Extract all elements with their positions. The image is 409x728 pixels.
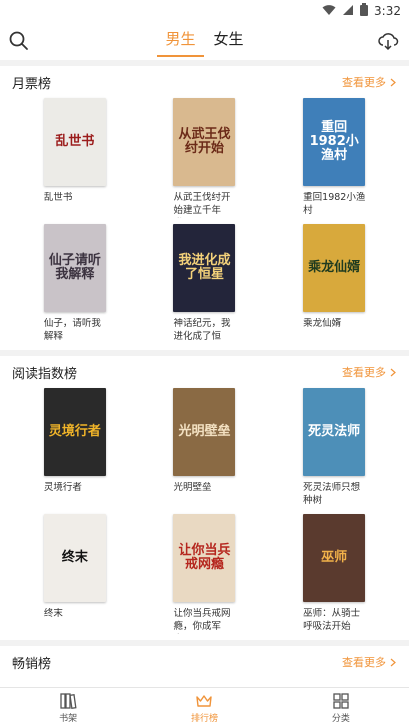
book-cover-text: 乘龙仙婿 xyxy=(308,259,361,275)
book-cover[interactable]: 终末 xyxy=(43,514,106,602)
book-item[interactable]: 从武王伐纣开始从武王伐纣开始建立千年世… xyxy=(140,98,270,218)
tab-male[interactable]: 男生 xyxy=(157,26,204,57)
book-title: 乘龙仙婿 xyxy=(303,318,342,329)
book-title: 巫师：从骑士呼吸法开始肝… xyxy=(303,608,361,634)
book-grid: 灵境行者 灵境行者 光明壁垒 光明壁垒 死灵法师 死灵法师只想种树 终末 终末 让你当兵戒网瘾让… xyxy=(0,388,409,634)
top-header: 男生 女生 xyxy=(0,22,409,60)
book-cover-text: 仙子请听我解释 xyxy=(48,252,101,282)
book-title: 死灵法师只想种树 xyxy=(303,482,361,506)
see-more-link[interactable]: 查看更多 xyxy=(342,74,397,90)
section-title: 月票榜 xyxy=(12,76,52,92)
book-item[interactable]: 让你当兵戒网瘾让你当兵戒网瘾，你成军官… xyxy=(140,514,270,634)
book-title: 乱世书 xyxy=(43,192,73,203)
book-title: 让你当兵戒网瘾，你成军官… xyxy=(173,608,231,634)
see-more-link[interactable]: 查看更多 xyxy=(342,364,397,380)
book-cover-text: 让你当兵戒网瘾 xyxy=(178,542,231,572)
book-item[interactable]: 巫师巫师：从骑士呼吸法开始肝… xyxy=(269,514,399,634)
book-cover[interactable]: 仙子请听我解释 xyxy=(43,224,106,312)
see-more-label: 查看更多 xyxy=(342,656,386,669)
book-item[interactable]: 乱世书 乱世书 xyxy=(10,98,140,218)
book-cover[interactable]: 从武王伐纣开始 xyxy=(173,98,236,186)
grid-icon xyxy=(333,693,349,709)
book-title: 仙子，请听我解释 xyxy=(43,318,101,342)
section-header: 畅销榜 查看更多 xyxy=(0,646,409,678)
book-item[interactable]: 光明壁垒 光明壁垒 xyxy=(140,388,270,508)
search-icon[interactable] xyxy=(8,30,30,52)
book-item[interactable]: 仙子请听我解释仙子，请听我解释 xyxy=(10,224,140,344)
book-cover[interactable]: 让你当兵戒网瘾 xyxy=(173,514,236,602)
book-title: 终末 xyxy=(43,608,63,619)
tab-female[interactable]: 女生 xyxy=(210,26,248,57)
nav-label: 排行榜 xyxy=(190,714,218,724)
book-grid: 乱世书乱世书从武王伐纣开始从武王伐纣开始建立千年世…重回1982小渔村重回198… xyxy=(0,98,409,344)
book-cover[interactable]: 灵境行者 xyxy=(43,388,106,476)
section-title: 阅读指数榜 xyxy=(12,366,78,382)
nav-category[interactable]: 分类 xyxy=(273,688,409,728)
book-item[interactable]: 乘龙仙婿 乘龙仙婿 xyxy=(269,224,399,344)
chevron-right-icon xyxy=(386,656,397,669)
see-more-link[interactable]: 查看更多 xyxy=(342,654,397,670)
ranking-section: 阅读指数榜 查看更多 灵境行者 灵境行者 光明壁垒 光明壁垒 死灵法师 死灵法师只想种树 终末终… xyxy=(0,356,409,640)
book-cover-text: 光明壁垒 xyxy=(178,423,231,439)
see-more-label: 查看更多 xyxy=(342,366,386,379)
chevron-right-icon xyxy=(386,76,397,89)
bookshelf-icon xyxy=(60,693,77,709)
book-cover[interactable]: 我进化成了恒星 xyxy=(173,224,236,312)
book-cover-text: 死灵法师 xyxy=(308,423,361,439)
book-cover[interactable]: 重回1982小渔村 xyxy=(303,98,366,186)
book-item[interactable]: 我进化成了恒星神话纪元，我进化成了恒星… xyxy=(140,224,270,344)
book-cover[interactable]: 死灵法师 xyxy=(303,388,366,476)
bottom-navigation: 书架 排行榜 分类 xyxy=(0,687,409,728)
book-title: 重回1982小渔村 xyxy=(303,192,366,216)
see-more-label: 查看更多 xyxy=(342,76,386,89)
section-header: 阅读指数榜 查看更多 xyxy=(0,356,409,388)
book-item[interactable]: 终末 终末 xyxy=(10,514,140,634)
book-item[interactable]: 重回1982小渔村 重回1982小渔村 xyxy=(269,98,399,218)
nav-bookshelf[interactable]: 书架 xyxy=(0,688,136,728)
book-cover-text: 巫师 xyxy=(321,549,348,565)
ranking-section: 畅销榜 查看更多 xyxy=(0,646,409,688)
book-title: 灵境行者 xyxy=(43,482,82,493)
book-cover[interactable]: 乱世书 xyxy=(43,98,106,186)
battery-icon xyxy=(360,3,369,19)
status-time: 3:32 xyxy=(374,4,401,18)
cloud-download-icon[interactable] xyxy=(377,30,399,52)
book-cover[interactable]: 巫师 xyxy=(303,514,366,602)
status-bar: 3:32 xyxy=(0,0,409,22)
book-title: 从武王伐纣开始建立千年世… xyxy=(173,192,231,218)
book-title: 光明壁垒 xyxy=(173,482,212,493)
book-title: 神话纪元，我进化成了恒星… xyxy=(173,318,231,344)
book-cover-text: 重回1982小渔村 xyxy=(309,119,359,164)
gender-tabs: 男生 女生 xyxy=(157,26,248,57)
signal-icon xyxy=(342,4,354,19)
nav-label: 书架 xyxy=(59,714,78,724)
nav-ranking[interactable]: 排行榜 xyxy=(136,688,272,728)
section-title: 畅销榜 xyxy=(12,656,52,672)
book-cover[interactable]: 乘龙仙婿 xyxy=(303,224,366,312)
ranking-list[interactable]: 月票榜查看更多乱世书乱世书从武王伐纣开始从武王伐纣开始建立千年世…重回1982小… xyxy=(0,60,409,688)
wifi-icon xyxy=(322,4,336,19)
ranking-section: 月票榜查看更多乱世书乱世书从武王伐纣开始从武王伐纣开始建立千年世…重回1982小… xyxy=(0,66,409,350)
chevron-right-icon xyxy=(386,366,397,379)
book-item[interactable]: 死灵法师死灵法师只想种树 xyxy=(269,388,399,508)
section-header: 月票榜 查看更多 xyxy=(0,66,409,98)
nav-label: 分类 xyxy=(331,714,350,724)
book-item[interactable]: 灵境行者 灵境行者 xyxy=(10,388,140,508)
book-cover[interactable]: 光明壁垒 xyxy=(173,388,236,476)
book-cover-text: 终末 xyxy=(61,549,88,565)
crown-icon xyxy=(196,695,213,707)
book-cover-text: 从武王伐纣开始 xyxy=(178,126,231,156)
book-cover-text: 乱世书 xyxy=(55,133,95,149)
book-cover-text: 我进化成了恒星 xyxy=(178,252,231,282)
book-cover-text: 灵境行者 xyxy=(48,423,101,439)
